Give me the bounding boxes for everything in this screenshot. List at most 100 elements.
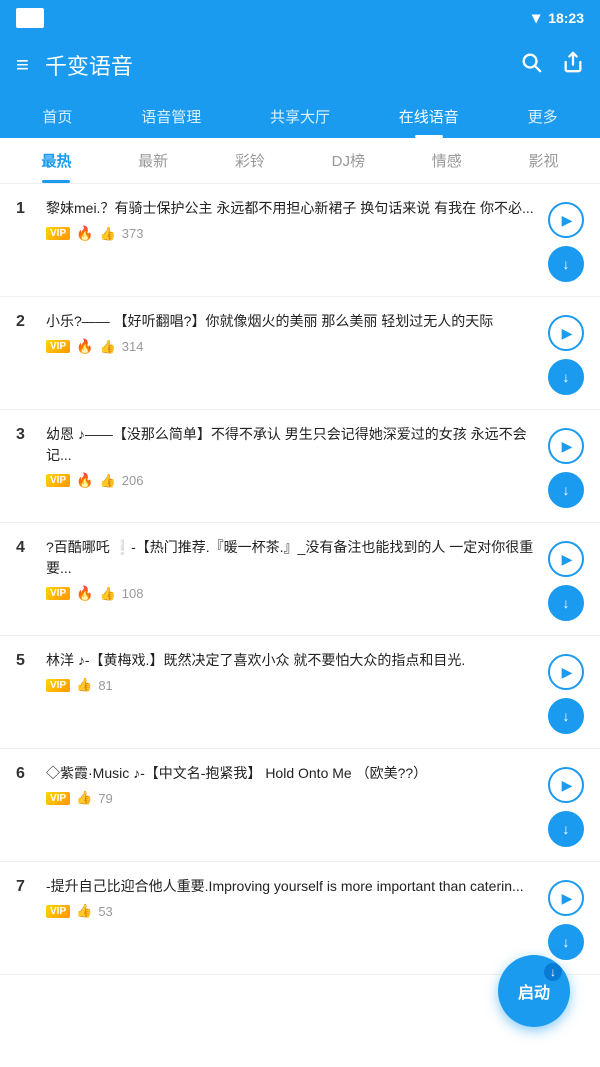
play-icon: ▶: [562, 551, 573, 568]
subtab-emotion[interactable]: 情感: [422, 138, 472, 183]
play-icon: ▶: [562, 777, 573, 794]
play-button[interactable]: ▶: [548, 767, 584, 803]
download-icon: ↓: [563, 256, 570, 272]
download-icon: ↓: [563, 595, 570, 611]
item-number: 6: [16, 763, 34, 783]
item-title: 幼恩 ♪——【没那么简单】不得不承认 男生只会记得她深爱过的女孩 永远不会记..…: [46, 424, 536, 466]
status-bar: ▾ 18:23: [0, 0, 600, 36]
play-button[interactable]: ▶: [548, 880, 584, 916]
status-logo: [16, 8, 44, 28]
item-actions: ▶ ↓: [548, 763, 584, 847]
search-icon[interactable]: [520, 51, 542, 79]
play-icon: ▶: [562, 212, 573, 229]
list-item: 5 林洋 ♪-【黄梅戏.】既然决定了喜欢小众 就不要怕大众的指点和目光. VIP…: [0, 636, 600, 749]
tab-voice-manage[interactable]: 语音管理: [129, 94, 213, 138]
tab-home[interactable]: 首页: [30, 94, 84, 138]
like-count: 314: [122, 339, 144, 354]
fire-icon: 🔥: [76, 472, 93, 489]
download-button[interactable]: ↓: [548, 359, 584, 395]
item-meta: VIP 🔥 👍 314: [46, 338, 536, 355]
item-number: 1: [16, 198, 34, 218]
top-nav: ≡ 千变语音: [0, 36, 600, 94]
tab-share-hall[interactable]: 共享大厅: [258, 94, 342, 138]
item-meta: VIP 🔥 👍 206: [46, 472, 536, 489]
item-content: 黎妹mei.？有骑士保护公主 永远都不用担心新裙子 换句话来说 有我在 你不必.…: [46, 198, 536, 242]
list-item: 3 幼恩 ♪——【没那么简单】不得不承认 男生只会记得她深爱过的女孩 永远不会记…: [0, 410, 600, 523]
play-button[interactable]: ▶: [548, 428, 584, 464]
vip-badge: VIP: [46, 227, 70, 240]
vip-badge: VIP: [46, 679, 70, 692]
like-icon: 👍: [76, 903, 92, 919]
share-icon[interactable]: [562, 51, 584, 79]
subtab-film[interactable]: 影视: [519, 138, 569, 183]
list-item: 1 黎妹mei.？有骑士保护公主 永远都不用担心新裙子 换句话来说 有我在 你不…: [0, 184, 600, 297]
item-content: ?百酷哪吒 ❕-【热门推荐.『暖一杯茶.』_没有备注也能找到的人 一定对你很重要…: [46, 537, 536, 602]
download-button[interactable]: ↓: [548, 585, 584, 621]
play-button[interactable]: ▶: [548, 541, 584, 577]
play-icon: ▶: [562, 438, 573, 455]
vip-badge: VIP: [46, 340, 70, 353]
play-button[interactable]: ▶: [548, 202, 584, 238]
like-icon: 👍: [100, 226, 116, 242]
tab-bar: 首页 语音管理 共享大厅 在线语音 更多: [0, 94, 600, 138]
menu-icon[interactable]: ≡: [16, 52, 29, 78]
float-btn-label: 启动: [518, 979, 550, 1003]
item-meta: VIP 🔥 👍 373: [46, 225, 536, 242]
like-icon: 👍: [76, 677, 92, 693]
float-arrow-icon: ↓: [544, 963, 562, 981]
download-button[interactable]: ↓: [548, 698, 584, 734]
item-actions: ▶ ↓: [548, 537, 584, 621]
like-count: 79: [98, 791, 112, 806]
nav-icons: [520, 51, 584, 79]
fire-icon: 🔥: [76, 338, 93, 355]
tab-online-voice[interactable]: 在线语音: [387, 94, 471, 138]
play-icon: ▶: [562, 325, 573, 342]
vip-badge: VIP: [46, 474, 70, 487]
item-actions: ▶ ↓: [548, 198, 584, 282]
subtab-dj[interactable]: DJ榜: [322, 138, 375, 183]
like-count: 53: [98, 904, 112, 919]
like-icon: 👍: [76, 790, 92, 806]
status-right: ▾ 18:23: [532, 8, 584, 28]
like-count: 81: [98, 678, 112, 693]
list-item: 2 小乐?—— 【好听翻唱?】你就像烟火的美丽 那么美丽 轻划过无人的天际 VI…: [0, 297, 600, 410]
item-content: -提升自己比迎合他人重要.Improving yourself is more …: [46, 876, 536, 919]
item-title: 小乐?—— 【好听翻唱?】你就像烟火的美丽 那么美丽 轻划过无人的天际: [46, 311, 536, 332]
subtab-hot[interactable]: 最热: [31, 138, 81, 183]
download-icon: ↓: [563, 369, 570, 385]
like-count: 373: [122, 226, 144, 241]
vip-badge: VIP: [46, 792, 70, 805]
tab-more[interactable]: 更多: [516, 94, 570, 138]
like-icon: 👍: [100, 339, 116, 355]
item-number: 5: [16, 650, 34, 670]
vip-badge: VIP: [46, 905, 70, 918]
item-content: 林洋 ♪-【黄梅戏.】既然决定了喜欢小众 就不要怕大众的指点和目光. VIP 👍…: [46, 650, 536, 693]
item-title: ◇紫霞·Music ♪-【中文名-抱紧我】 Hold Onto Me （欧美??…: [46, 763, 536, 784]
download-icon: ↓: [563, 482, 570, 498]
play-button[interactable]: ▶: [548, 654, 584, 690]
item-number: 3: [16, 424, 34, 444]
download-icon: ↓: [563, 821, 570, 837]
subtab-new[interactable]: 最新: [128, 138, 178, 183]
item-number: 2: [16, 311, 34, 331]
download-button[interactable]: ↓: [548, 472, 584, 508]
item-number: 4: [16, 537, 34, 557]
item-actions: ▶ ↓: [548, 424, 584, 508]
app-title: 千变语音: [45, 49, 520, 81]
item-meta: VIP 👍 81: [46, 677, 536, 693]
subtab-ringtone[interactable]: 彩铃: [225, 138, 275, 183]
download-button[interactable]: ↓: [548, 246, 584, 282]
item-title: 黎妹mei.？有骑士保护公主 永远都不用担心新裙子 换句话来说 有我在 你不必.…: [46, 198, 536, 219]
item-content: 幼恩 ♪——【没那么简单】不得不承认 男生只会记得她深爱过的女孩 永远不会记..…: [46, 424, 536, 489]
download-button[interactable]: ↓: [548, 924, 584, 960]
play-button[interactable]: ▶: [548, 315, 584, 351]
item-actions: ▶ ↓: [548, 311, 584, 395]
like-icon: 👍: [100, 473, 116, 489]
item-title: -提升自己比迎合他人重要.Improving yourself is more …: [46, 876, 536, 897]
item-actions: ▶ ↓: [548, 876, 584, 960]
float-start-button[interactable]: 启动 ↓: [498, 955, 570, 1027]
download-button[interactable]: ↓: [548, 811, 584, 847]
play-icon: ▶: [562, 890, 573, 907]
like-count: 206: [122, 473, 144, 488]
fire-icon: 🔥: [76, 585, 93, 602]
